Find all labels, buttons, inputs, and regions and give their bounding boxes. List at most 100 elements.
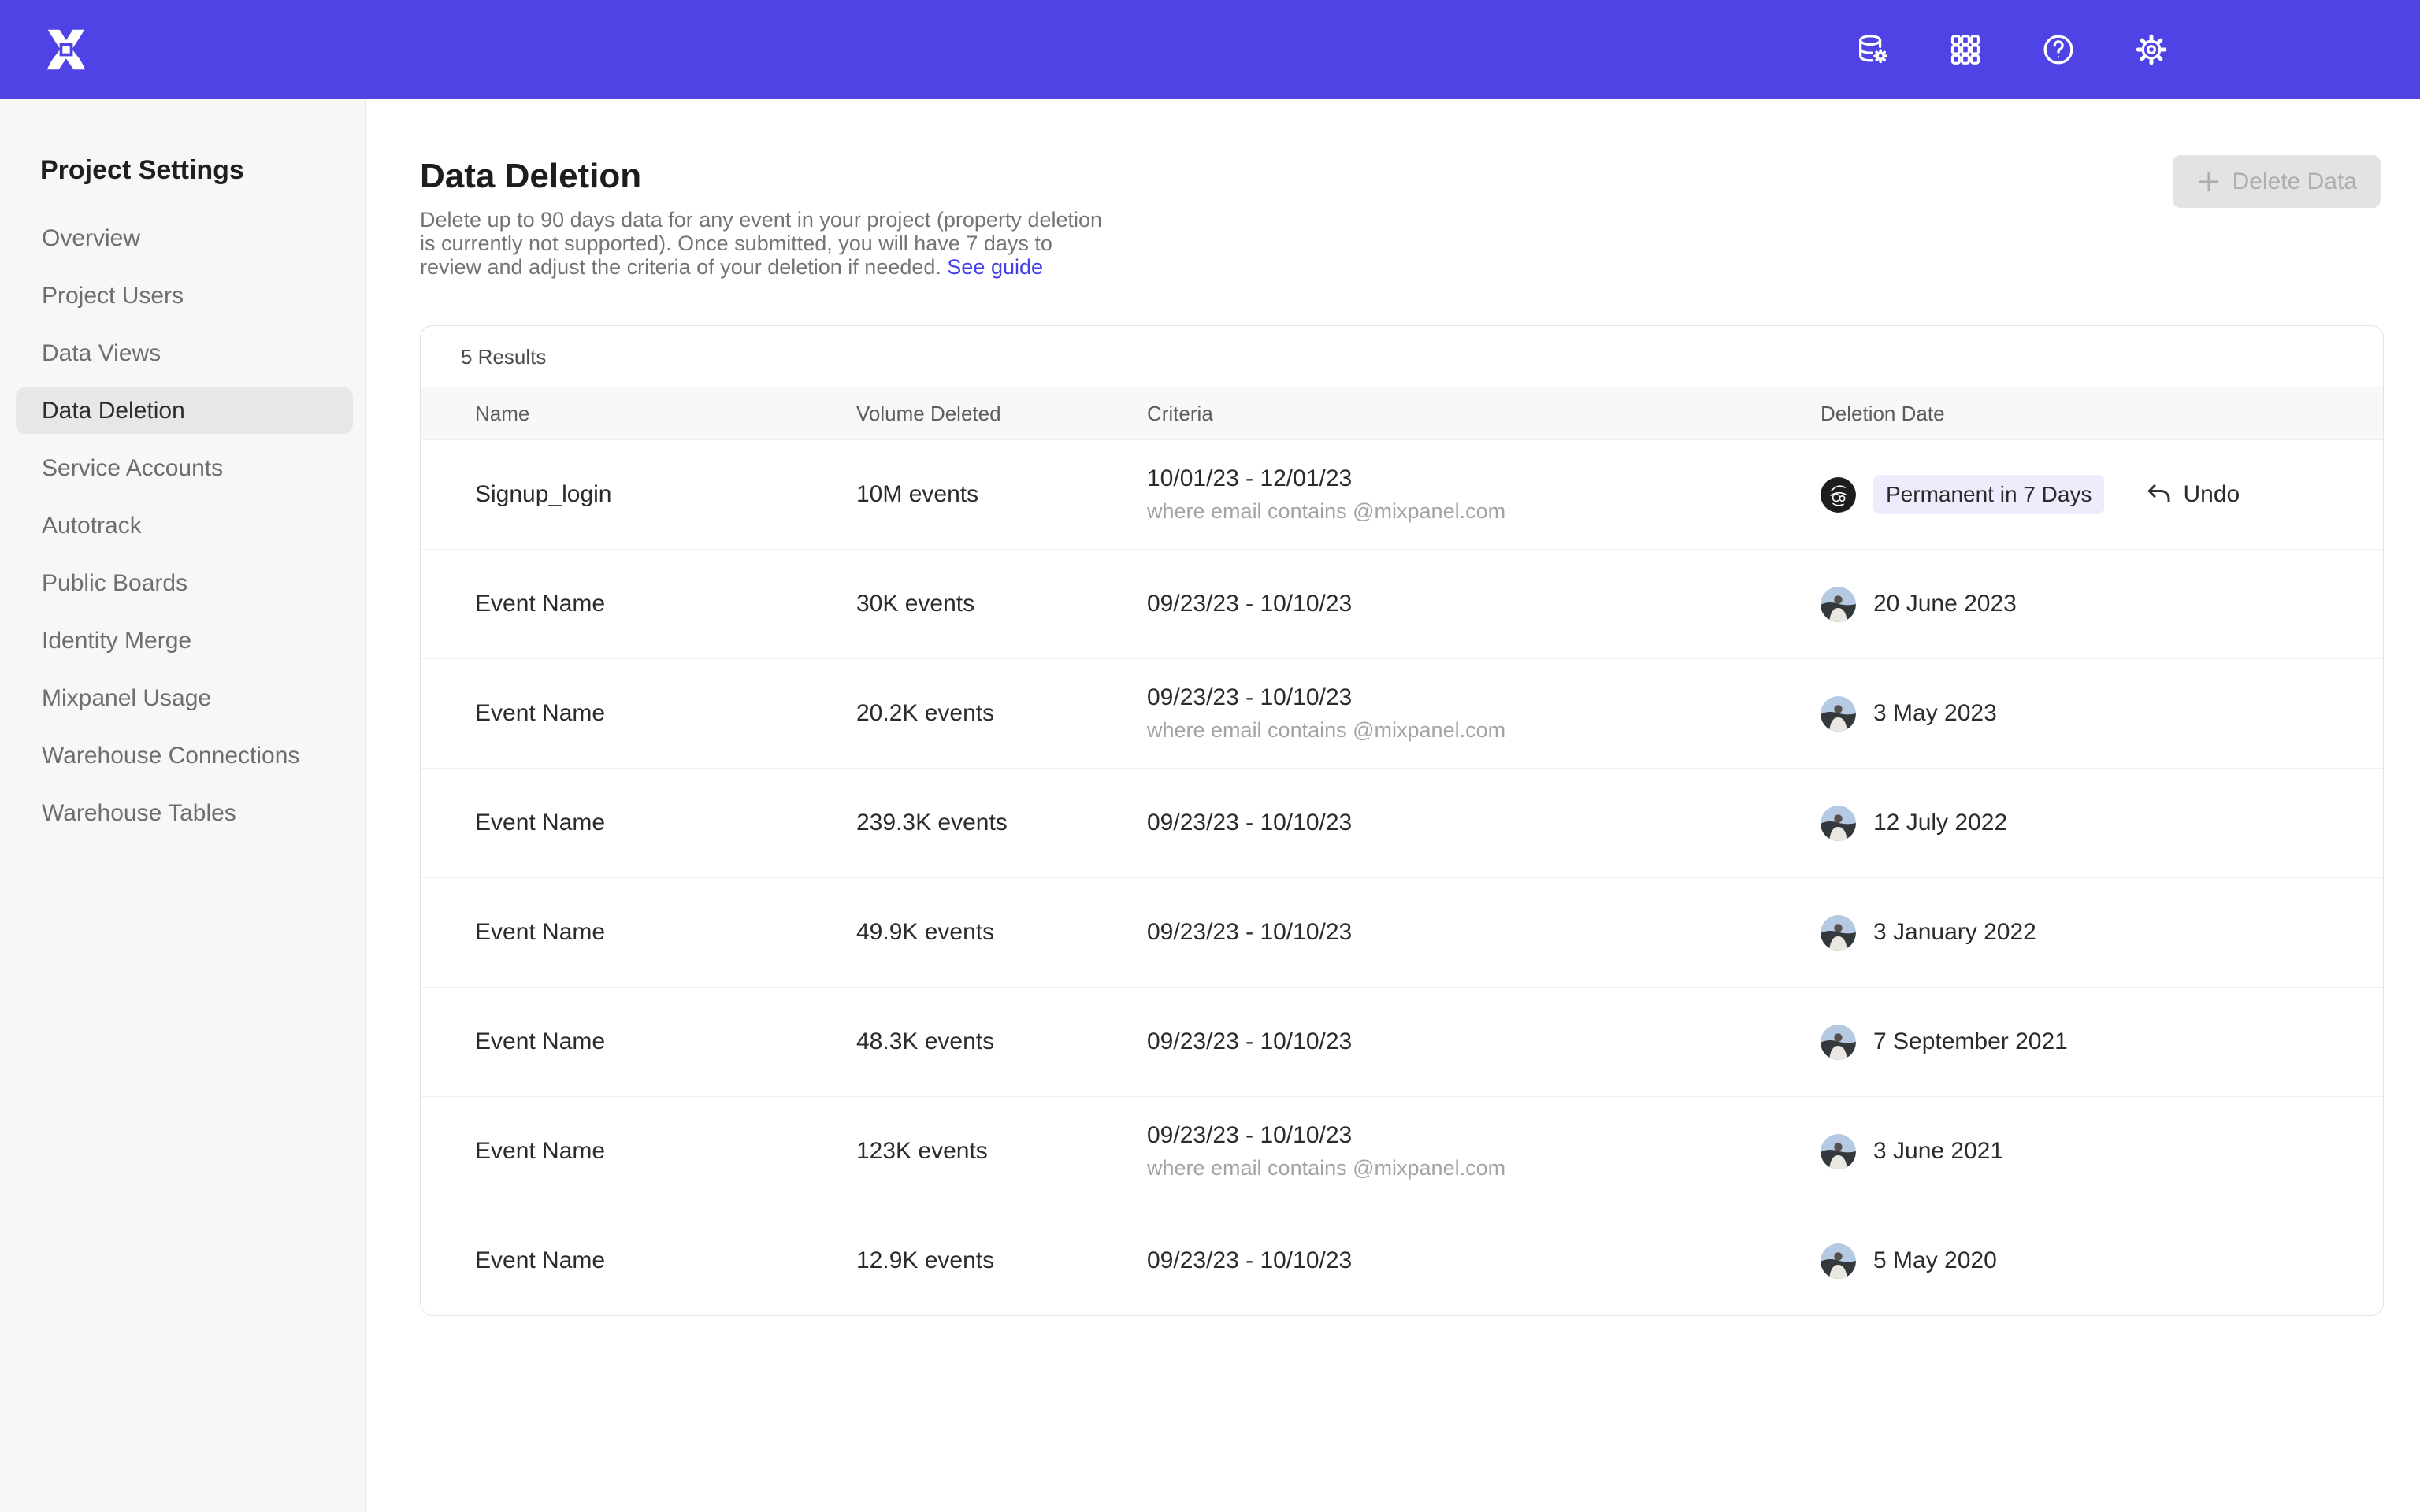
criteria-range: 09/23/23 - 10/10/23 [1147,919,1352,946]
cell-volume-deleted: 20.2K events [856,700,1147,727]
deletion-table-card: 5 Results NameVolume DeletedCriteriaDele… [420,325,2384,1316]
cell-deletion-date: 20 June 2023 [1821,587,2383,622]
table-header-row: NameVolume DeletedCriteriaDeletion Date [421,387,2383,439]
cell-event-name: Signup_login [421,481,856,508]
cell-volume-deleted: 12.9K events [856,1247,1147,1274]
results-count: 5 Results [421,326,2383,387]
cell-deletion-date: 7 September 2021 [1821,1025,2383,1060]
cell-event-name: Event Name [421,1138,856,1165]
table-row: Event Name 20.2K events 09/23/23 - 10/10… [421,658,2383,768]
sidebar: Project Settings Overview Project Users Da… [0,99,366,1512]
table-row: Event Name 48.3K events 09/23/23 - 10/10… [421,987,2383,1096]
cell-criteria: 09/23/23 - 10/10/23 [1147,1028,1821,1055]
cell-criteria: 09/23/23 - 10/10/23 [1147,1247,1821,1274]
criteria-range: 09/23/23 - 10/10/23 [1147,1028,1352,1055]
sidebar-title: Project Settings [0,154,365,186]
apps-grid-icon[interactable] [1947,32,1984,68]
delete-data-button-label: Delete Data [2233,169,2357,195]
cell-volume-deleted: 10M events [856,481,1147,508]
cell-deletion-date: 3 January 2022 [1821,915,2383,951]
user-avatar [1821,696,1856,732]
sidebar-item-mixpanel-usage[interactable]: Mixpanel Usage [16,675,353,721]
sidebar-item-warehouse-tables[interactable]: Warehouse Tables [16,790,353,836]
criteria-filter: where email contains @mixpanel.com [1147,499,1505,524]
deletion-date-text: 20 June 2023 [1873,591,2017,617]
topbar-icon-group [1854,0,2169,99]
user-avatar [1821,587,1856,622]
criteria-filter: where email contains @mixpanel.com [1147,1156,1505,1180]
user-avatar [1821,1025,1856,1060]
topbar [0,0,2420,99]
user-avatar [1821,1134,1856,1169]
sidebar-item-autotrack[interactable]: Autotrack [16,502,353,549]
cell-criteria: 09/23/23 - 10/10/23 [1147,591,1821,617]
cell-criteria: 09/23/23 - 10/10/23 [1147,810,1821,836]
page-title: Data Deletion [420,156,641,197]
cell-criteria: 09/23/23 - 10/10/23 [1147,919,1821,946]
user-avatar [1821,915,1856,951]
cell-criteria: 09/23/23 - 10/10/23 where email contains… [1147,1122,1821,1180]
settings-icon[interactable] [2133,32,2169,68]
cell-event-name: Event Name [421,1247,856,1274]
cell-event-name: Event Name [421,1028,856,1055]
table-row: Event Name 49.9K events 09/23/23 - 10/10… [421,877,2383,987]
column-header-volume-deleted: Volume Deleted [856,402,1147,426]
sidebar-item-data-deletion[interactable]: Data Deletion [16,387,353,434]
sidebar-item-identity-merge[interactable]: Identity Merge [16,617,353,664]
see-guide-link[interactable]: See guide [947,255,1043,279]
cell-deletion-date: 12 July 2022 [1821,806,2383,841]
deletion-date-text: 3 January 2022 [1873,919,2036,946]
cell-volume-deleted: 123K events [856,1138,1147,1165]
sidebar-item-public-boards[interactable]: Public Boards [16,560,353,606]
cell-event-name: Event Name [421,700,856,727]
cell-volume-deleted: 30K events [856,591,1147,617]
delete-data-button[interactable]: Delete Data [2173,155,2381,208]
help-icon[interactable] [2040,32,2077,68]
sidebar-item-overview[interactable]: Overview [16,215,353,261]
undo-button[interactable]: Undo [2145,480,2240,509]
criteria-range: 09/23/23 - 10/10/23 [1147,1122,1505,1149]
deletion-date-text: 3 June 2021 [1873,1138,2003,1165]
data-management-icon[interactable] [1854,32,1891,68]
mixpanel-logo-icon[interactable] [44,28,88,71]
sidebar-item-project-users[interactable]: Project Users [16,272,353,319]
user-avatar [1821,477,1856,513]
deletion-date-text: 7 September 2021 [1873,1028,2068,1055]
table-row: Event Name 30K events 09/23/23 - 10/10/2… [421,549,2383,658]
table-body: Signup_login 10M events 10/01/23 - 12/01… [421,439,2383,1315]
table-row: Event Name 239.3K events 09/23/23 - 10/1… [421,768,2383,877]
column-header-name: Name [421,402,856,426]
criteria-range: 09/23/23 - 10/10/23 [1147,684,1505,711]
column-header-criteria: Criteria [1147,402,1821,426]
deletion-date-text: 5 May 2020 [1873,1247,1997,1274]
criteria-range: 09/23/23 - 10/10/23 [1147,810,1352,836]
cell-volume-deleted: 48.3K events [856,1028,1147,1055]
user-avatar [1821,1243,1856,1279]
column-header-deletion-date: Deletion Date [1821,402,2383,426]
criteria-filter: where email contains @mixpanel.com [1147,718,1505,743]
sidebar-item-data-views[interactable]: Data Views [16,330,353,376]
sidebar-item-service-accounts[interactable]: Service Accounts [16,445,353,491]
plus-icon [2196,169,2221,195]
user-avatar [1821,806,1856,841]
cell-criteria: 10/01/23 - 12/01/23 where email contains… [1147,465,1821,524]
cell-volume-deleted: 239.3K events [856,810,1147,836]
cell-event-name: Event Name [421,810,856,836]
table-row: Signup_login 10M events 10/01/23 - 12/01… [421,439,2383,549]
sidebar-nav-list: Overview Project Users Data Views Data Dele… [0,215,365,836]
page-description: Delete up to 90 days data for any event … [420,208,1107,279]
deletion-date-text: 12 July 2022 [1873,810,2007,836]
sidebar-item-warehouse-connections[interactable]: Warehouse Connections [16,732,353,779]
undo-icon [2145,480,2173,509]
undo-label: Undo [2183,481,2240,508]
cell-deletion-date: 3 May 2023 [1821,696,2383,732]
criteria-range: 09/23/23 - 10/10/23 [1147,591,1352,617]
deletion-date-text: 3 May 2023 [1873,700,1997,727]
cell-event-name: Event Name [421,919,856,946]
permanent-badge: Permanent in 7 Days [1873,475,2104,514]
main-content: Data Deletion Delete up to 90 days data … [366,99,2420,1512]
cell-deletion-date: 5 May 2020 [1821,1243,2383,1279]
table-row: Event Name 123K events 09/23/23 - 10/10/… [421,1096,2383,1206]
criteria-range: 09/23/23 - 10/10/23 [1147,1247,1352,1274]
cell-volume-deleted: 49.9K events [856,919,1147,946]
